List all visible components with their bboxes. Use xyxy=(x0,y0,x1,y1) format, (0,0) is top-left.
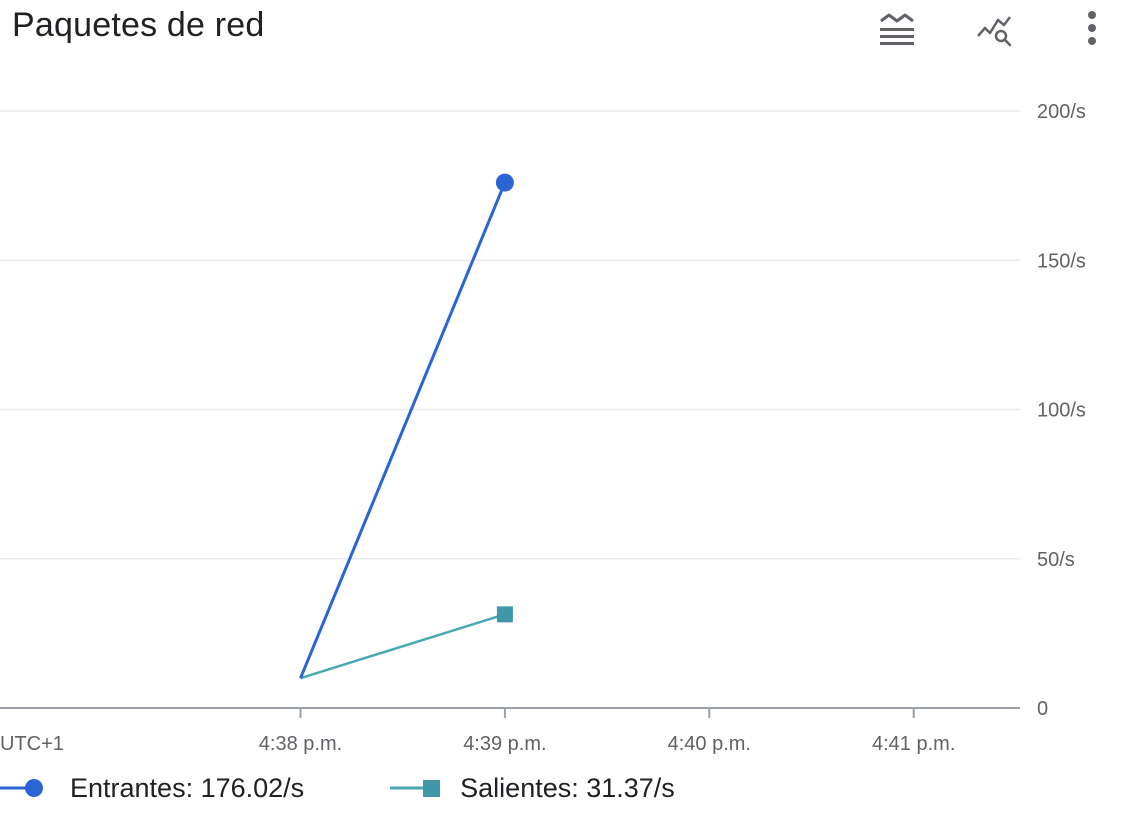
timezone-label: UTC+1 xyxy=(0,733,64,755)
series-line-entrantes xyxy=(299,182,507,679)
y-tick-label: 0 xyxy=(1037,698,1048,720)
y-tick-label: 50/s xyxy=(1037,549,1075,571)
chart-legend: Entrantes: 176.02/s Salientes: 31.37/s xyxy=(0,766,675,810)
chart-card: Paquetes de red 0 50/s 100/s 150/s 200/s UTC+… xyxy=(0,0,1128,830)
x-tick-label: 4:40 p.m. xyxy=(668,733,751,755)
data-point-entrantes xyxy=(495,173,514,192)
y-tick-label: 200/s xyxy=(1037,101,1086,123)
y-tick-label: 150/s xyxy=(1037,250,1086,272)
series-line-salientes xyxy=(300,613,506,680)
x-tick-label: 4:38 p.m. xyxy=(259,733,342,755)
y-tick-label: 100/s xyxy=(1037,400,1086,422)
data-point-salientes xyxy=(496,606,513,623)
legend-label-entrantes: Entrantes: 176.02/s xyxy=(70,772,305,803)
legend-marker-square-icon xyxy=(390,780,441,797)
x-tick-label: 4:41 p.m. xyxy=(872,733,955,755)
legend-item-salientes[interactable]: Salientes: 31.37/s xyxy=(390,773,675,804)
legend-label-salientes: Salientes: 31.37/s xyxy=(460,772,675,803)
x-tick-label: 4:39 p.m. xyxy=(463,733,546,755)
legend-item-entrantes[interactable]: Entrantes: 176.02/s xyxy=(0,773,304,804)
legend-marker-circle-icon xyxy=(0,779,43,797)
line-chart: 0 50/s 100/s 150/s 200/s UTC+1 4:38 p.m. 4:39 p… xyxy=(0,101,1086,755)
